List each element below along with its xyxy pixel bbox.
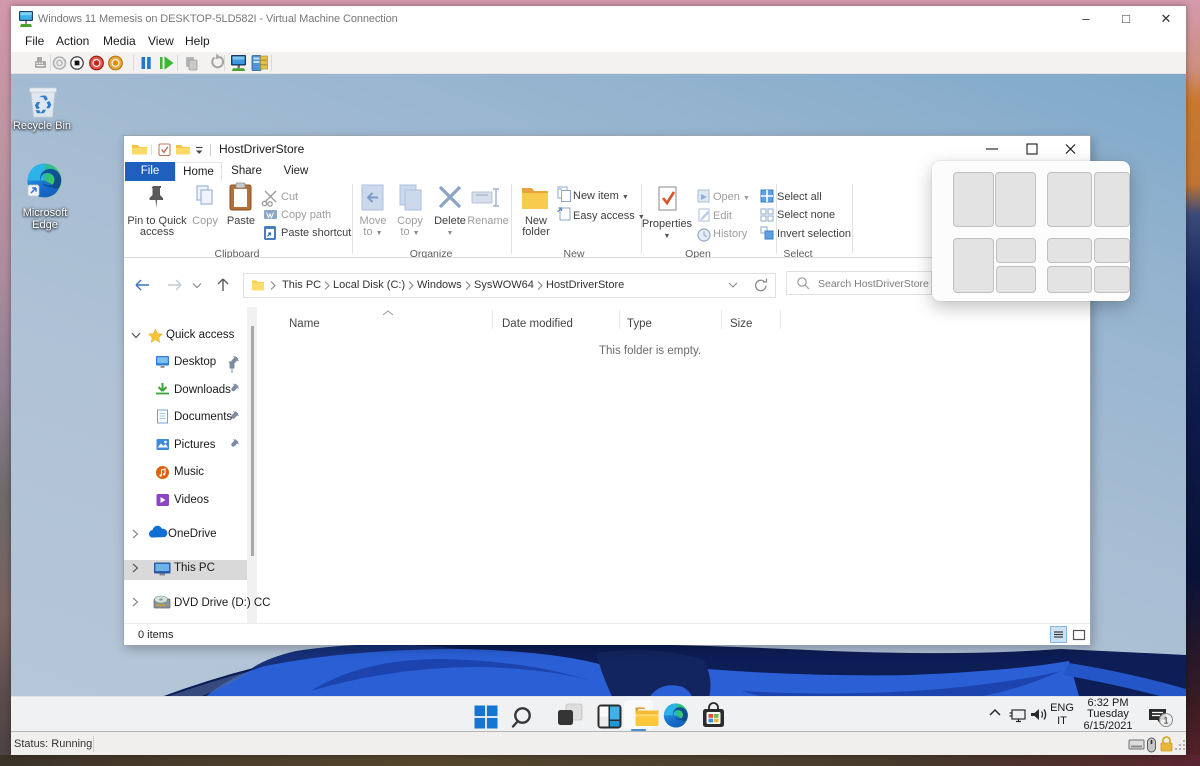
svg-text:1: 1 [1163,716,1168,727]
